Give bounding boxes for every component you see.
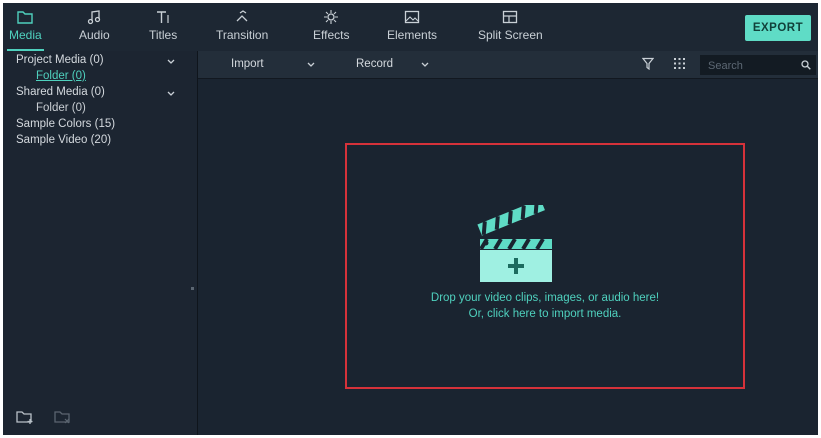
tab-elements-label: Elements: [387, 28, 438, 42]
split-screen-icon: [503, 10, 518, 24]
tab-split-screen-label: Split Screen: [478, 28, 543, 42]
drop-instructions-line1: Drop your video clips, images, or audio …: [430, 292, 660, 304]
chevron-down-icon[interactable]: [166, 89, 176, 99]
transition-icon: [236, 10, 248, 22]
chevron-down-icon[interactable]: [306, 60, 316, 70]
record-button[interactable]: Record: [356, 58, 393, 70]
tab-split-screen[interactable]: Split Screen: [478, 9, 543, 42]
clapperboard-add-icon: [477, 205, 552, 282]
effects-icon: [324, 10, 339, 24]
top-toolbar: Media Audio Titles Transition Effects El…: [3, 3, 818, 51]
drop-instructions-line2: Or, click here to import media.: [468, 308, 622, 320]
image-icon: [404, 10, 420, 24]
folder-icon: [17, 11, 34, 24]
tab-titles-label: Titles: [149, 28, 178, 42]
tab-media[interactable]: Media: [7, 9, 44, 51]
tab-transition[interactable]: Transition: [216, 9, 268, 42]
tab-media-label: Media: [9, 28, 42, 42]
search-box: [700, 55, 816, 75]
tab-titles[interactable]: Titles: [149, 9, 177, 42]
sidebar-item-sample-video[interactable]: Sample Video (20): [16, 134, 111, 146]
new-folder-icon[interactable]: [15, 409, 35, 425]
tab-audio[interactable]: Audio: [79, 9, 110, 42]
import-button[interactable]: Import: [231, 58, 264, 70]
tab-effects[interactable]: Effects: [313, 9, 349, 42]
sidebar-item-shared-media[interactable]: Shared Media (0): [16, 86, 105, 98]
content-toolbar: Import Record: [198, 51, 818, 79]
grid-view-icon[interactable]: [673, 57, 686, 70]
sidebar-item-project-folder[interactable]: Folder (0): [36, 70, 86, 82]
delete-folder-icon[interactable]: [53, 409, 73, 425]
tab-transition-label: Transition: [216, 28, 269, 42]
sidebar-item-project-media[interactable]: Project Media (0): [16, 54, 104, 66]
sidebar-item-sample-colors[interactable]: Sample Colors (15): [16, 118, 115, 130]
search-input[interactable]: [706, 57, 798, 75]
text-icon: [157, 11, 169, 23]
music-note-icon: [88, 10, 101, 25]
tab-audio-label: Audio: [79, 28, 110, 42]
export-button[interactable]: EXPORT: [745, 15, 811, 41]
search-icon[interactable]: [801, 60, 811, 70]
chevron-down-icon[interactable]: [420, 60, 430, 70]
media-library-window: Media Audio Titles Transition Effects El…: [3, 3, 818, 435]
tab-effects-label: Effects: [313, 28, 350, 42]
filter-icon[interactable]: [642, 57, 654, 70]
media-drop-zone[interactable]: Drop your video clips, images, or audio …: [345, 143, 745, 389]
sidebar-collapse-handle[interactable]: [191, 287, 194, 290]
media-sidebar: Project Media (0) Folder (0) Shared Medi…: [3, 51, 198, 435]
chevron-down-icon[interactable]: [166, 57, 176, 67]
tab-elements[interactable]: Elements: [387, 9, 437, 42]
sidebar-item-shared-folder[interactable]: Folder (0): [36, 102, 86, 114]
